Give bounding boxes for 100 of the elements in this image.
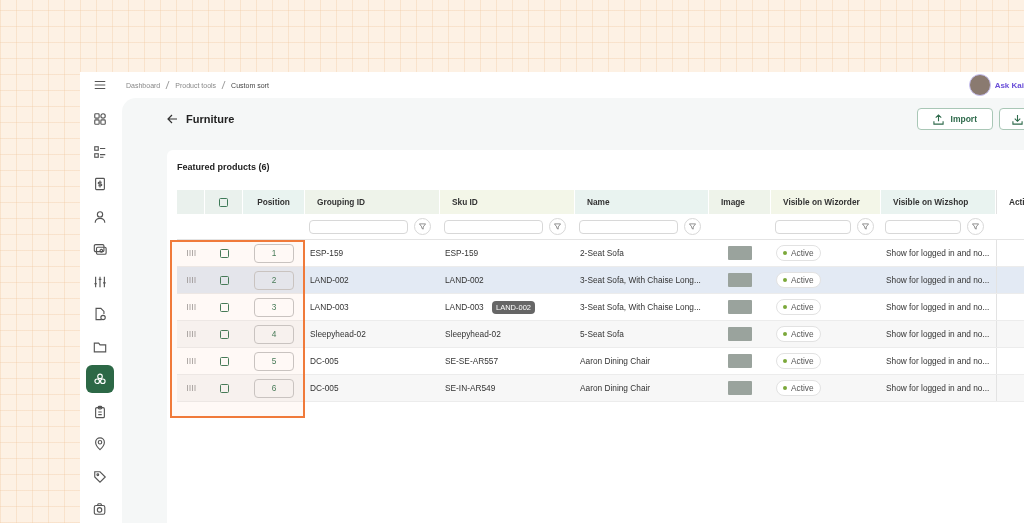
- cash-icon: [93, 242, 107, 257]
- column-header: Grouping ID: [305, 190, 440, 214]
- row-checkbox[interactable]: [219, 329, 229, 339]
- row-checkbox[interactable]: [219, 383, 229, 393]
- import-button[interactable]: Import: [916, 108, 993, 130]
- photo-placeholder: [728, 327, 752, 341]
- list-icon: [93, 144, 107, 159]
- position-field[interactable]: 2: [254, 270, 294, 290]
- table-cell: Sleepyhead-02: [310, 329, 366, 339]
- page-title: Furniture: [186, 113, 235, 125]
- filter-icon: [972, 223, 979, 230]
- folder-icon: [93, 339, 107, 354]
- user-icon: [93, 209, 107, 224]
- table-cell: LAND-003: [445, 302, 484, 312]
- table-cell: 2-Seat Sofa: [580, 248, 624, 258]
- table-cell: ESP-159: [445, 248, 479, 258]
- card-title: Featured products (6): [177, 162, 271, 172]
- status-dot-icon: [783, 386, 787, 390]
- download-icon: [1012, 113, 1023, 125]
- cubes-icon: [93, 372, 107, 387]
- table-cell: SE-IN-AR549: [445, 383, 496, 393]
- status-dot-icon: [783, 305, 787, 309]
- filter-input[interactable]: [579, 219, 678, 234]
- table-cell: 5-Seat Sofa: [580, 329, 624, 339]
- pin-icon: [93, 437, 107, 452]
- table-cell: 3-Seat Sofa, With Chaise Long...: [580, 302, 701, 312]
- table-cell: Aaron Dining Chair: [580, 356, 651, 366]
- drag-handle-icon[interactable]: [186, 250, 196, 256]
- table-cell: Show for logged in and no...: [886, 302, 990, 312]
- table-cell: Sleepyhead-02: [445, 329, 501, 339]
- drag-handle-icon[interactable]: [186, 358, 196, 364]
- row-checkbox[interactable]: [219, 302, 229, 312]
- photo-placeholder: [728, 381, 752, 395]
- table-cell: Show for logged in and no...: [886, 356, 990, 366]
- photo-placeholder: [728, 300, 752, 314]
- table-cell: DC-005: [310, 356, 339, 366]
- table-cell: Show for logged in and no...: [886, 329, 990, 339]
- row-checkbox[interactable]: [219, 356, 229, 366]
- column-header: Visible on Wizorder: [771, 190, 881, 214]
- table-cell: SE-SE-AR557: [445, 356, 499, 366]
- position-field[interactable]: 5: [254, 351, 294, 371]
- status-dot-icon: [783, 278, 787, 282]
- table-cell: 3-Seat Sofa, With Chaise Long...: [580, 275, 701, 285]
- clipboard-icon: [93, 404, 107, 419]
- table-cell: LAND-002: [310, 275, 349, 285]
- row-checkbox[interactable]: [219, 275, 229, 285]
- status-dot-icon: [783, 332, 787, 336]
- back-arrow-icon[interactable]: [167, 114, 178, 124]
- status-dot-icon: [783, 251, 787, 255]
- grid-icon: [93, 112, 107, 127]
- table-cell: LAND-002: [445, 275, 484, 285]
- status-dot-icon: [783, 359, 787, 363]
- status-label: Active: [791, 356, 814, 366]
- filter-icon: [554, 223, 561, 230]
- sidebar-item[interactable]: [86, 365, 114, 394]
- tag-icon: [93, 469, 107, 484]
- column-header: Image: [709, 190, 771, 214]
- drag-handle-icon[interactable]: [186, 304, 196, 310]
- table-cell: ESP-159: [310, 248, 344, 258]
- table-cell: LAND-003: [310, 302, 349, 312]
- table-cell: DC-005: [310, 383, 339, 393]
- select-all-checkbox[interactable]: [219, 197, 228, 207]
- filter-input[interactable]: [885, 219, 961, 234]
- breadcrumb-separator-icon: [221, 81, 227, 89]
- table-cell: Show for logged in and no...: [886, 383, 990, 393]
- assistant-link[interactable]: Ask Kai: [994, 80, 1024, 90]
- photo-placeholder: [728, 354, 752, 368]
- camera-icon: [93, 502, 107, 517]
- sliders-icon: [93, 274, 107, 289]
- breadcrumb-separator-icon: [165, 81, 171, 89]
- column-header: Visible on Wizshop: [881, 190, 996, 214]
- column-header: Name: [575, 190, 709, 214]
- position-field[interactable]: 4: [254, 324, 294, 344]
- column-header: Position: [243, 190, 305, 214]
- filter-icon: [862, 223, 869, 230]
- doc-icon: [93, 307, 107, 322]
- row-checkbox[interactable]: [219, 248, 229, 258]
- status-label: Active: [791, 383, 814, 393]
- drag-handle-icon[interactable]: [186, 331, 196, 337]
- table-cell: Aaron Dining Chair: [580, 383, 651, 393]
- position-field[interactable]: 6: [254, 378, 294, 398]
- drag-handle-icon[interactable]: [186, 277, 196, 283]
- filter-input[interactable]: [444, 219, 543, 234]
- drag-handle-icon[interactable]: [186, 385, 196, 391]
- invoice-icon: [93, 177, 107, 192]
- avatar: [968, 74, 991, 96]
- status-label: Active: [791, 302, 814, 312]
- filter-input[interactable]: [309, 219, 408, 234]
- position-field[interactable]: 3: [254, 297, 294, 317]
- position-field[interactable]: 1: [254, 243, 294, 263]
- column-header: Acti: [996, 190, 1024, 214]
- status-label: Active: [791, 329, 814, 339]
- table-cell: Show for logged in and no...: [886, 248, 990, 258]
- upload-icon: [932, 113, 944, 125]
- filter-icon: [689, 223, 696, 230]
- status-label: Active: [791, 248, 814, 258]
- table-cell: Show for logged in and no...: [886, 275, 990, 285]
- status-label: Active: [791, 275, 814, 285]
- photo-placeholder: [728, 246, 752, 260]
- filter-input[interactable]: [775, 219, 851, 234]
